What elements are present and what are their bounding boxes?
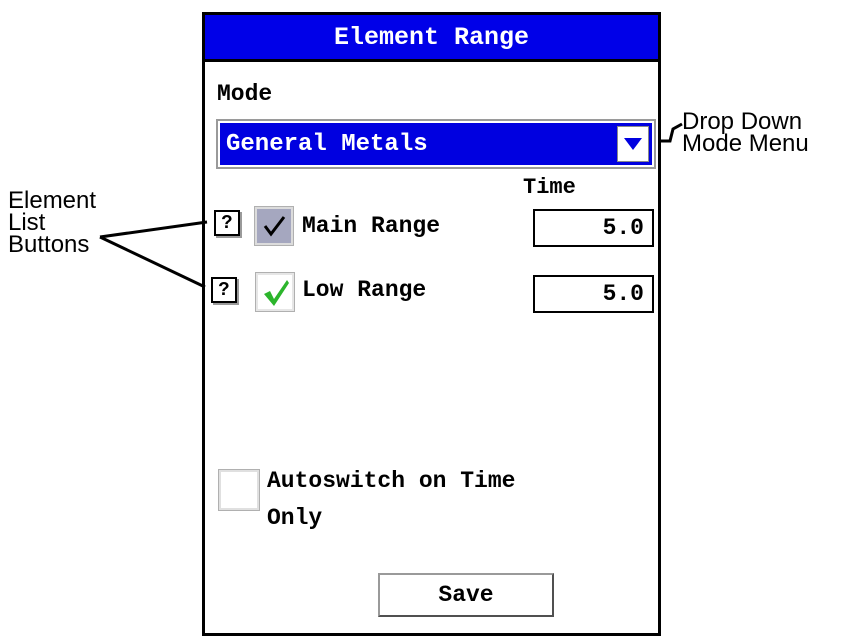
annotation-leader-lines [99, 122, 683, 289]
